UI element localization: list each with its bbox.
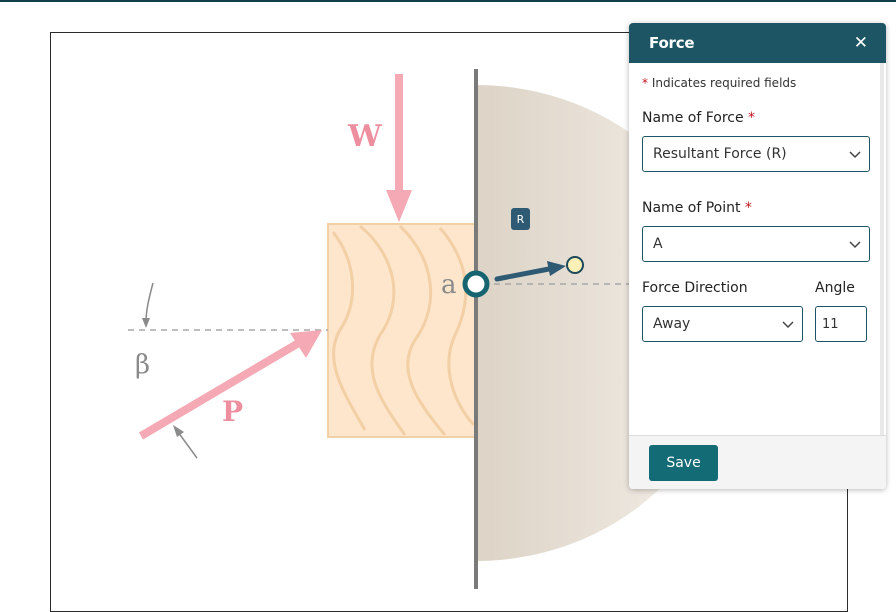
save-button[interactable]: Save — [649, 445, 718, 481]
chevron-down-icon — [849, 151, 861, 159]
resultant-badge[interactable]: R — [511, 208, 530, 230]
name-of-point-label: Name of Point * — [642, 200, 752, 216]
weight-force-arrow — [386, 74, 412, 222]
name-of-force-text: Name of Force — [642, 110, 744, 126]
panel-scrollbar[interactable] — [880, 63, 884, 435]
name-of-force-value: Resultant Force (R) — [653, 146, 787, 162]
panel-footer: Save — [629, 435, 886, 489]
name-of-point-select[interactable]: A — [642, 226, 870, 262]
weight-label: W — [347, 119, 383, 154]
angle-beta-label: β — [135, 350, 150, 380]
vector-endpoint-handle[interactable] — [566, 256, 584, 274]
angle-label: Angle — [815, 280, 855, 296]
force-direction-select[interactable]: Away — [642, 306, 803, 342]
push-label: P — [222, 395, 243, 428]
angle-marker-bottom — [173, 425, 198, 459]
force-direction-value: Away — [653, 316, 691, 332]
point-a-handle[interactable] — [462, 270, 490, 298]
required-marker: * — [748, 110, 756, 126]
panel-body: * Indicates required fields Name of Forc… — [629, 63, 886, 435]
close-icon[interactable]: ✕ — [854, 34, 868, 52]
name-of-force-label: Name of Force * — [642, 110, 755, 126]
chevron-down-icon — [782, 321, 794, 329]
angle-marker-top — [142, 282, 154, 328]
name-of-point-text: Name of Point — [642, 200, 741, 216]
wood-block — [327, 223, 477, 438]
force-panel: Force ✕ * Indicates required fields Name… — [629, 23, 886, 489]
required-fields-note: * Indicates required fields — [642, 76, 796, 90]
required-marker: * — [744, 200, 752, 216]
chevron-down-icon — [849, 241, 861, 249]
name-of-point-value: A — [653, 236, 663, 252]
required-note-text: Indicates required fields — [651, 76, 797, 90]
panel-title: Force — [649, 34, 695, 52]
name-of-force-select[interactable]: Resultant Force (R) — [642, 136, 870, 172]
angle-input[interactable] — [815, 306, 867, 342]
required-marker: * — [642, 76, 648, 90]
force-direction-label: Force Direction — [642, 280, 748, 296]
panel-header: Force ✕ — [629, 23, 886, 63]
resultant-badge-label: R — [517, 213, 525, 226]
point-a-label: a — [441, 270, 457, 300]
